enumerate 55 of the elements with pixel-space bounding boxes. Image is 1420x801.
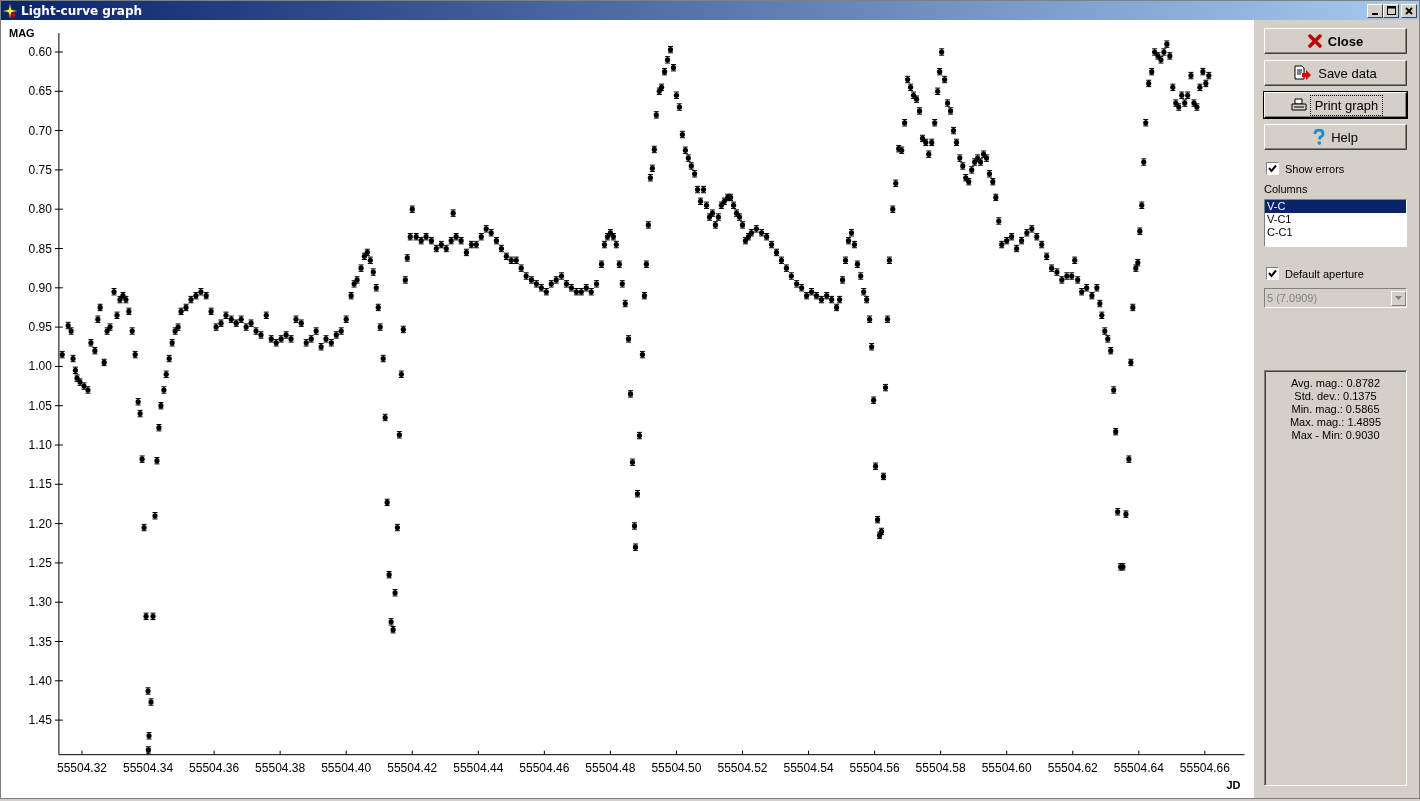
window-title: Light-curve graph: [21, 3, 144, 18]
help-button[interactable]: Help: [1264, 124, 1407, 150]
tick-label: 55504.32: [56, 760, 108, 775]
stat-line: Min. mag.: 0.5865: [1291, 403, 1380, 416]
tick-label: 0.70: [28, 123, 52, 138]
axis-label: JD: [1226, 778, 1241, 791]
tick-label: 1.05: [28, 398, 52, 413]
tick-label: 55504.54: [783, 760, 834, 775]
print-button[interactable]: Print graph: [1264, 92, 1407, 118]
tick-label: 55504.36: [189, 760, 240, 775]
tick-label: 55504.38: [255, 760, 306, 775]
tick-label: 0.75: [28, 162, 52, 177]
column-list[interactable]: V-C V-C1 C-C1: [1264, 199, 1407, 247]
tick-label: 55504.42: [387, 760, 438, 775]
list-label: Columns: [1264, 183, 1309, 195]
checkbox-label: Show errors: [1285, 162, 1345, 175]
tick-label: 0.90: [28, 280, 52, 295]
tick-label: 1.15: [28, 477, 52, 492]
tick-label: 1.20: [28, 516, 52, 531]
tick-label: 1.25: [28, 555, 52, 570]
tick-label: 1.10: [28, 438, 52, 452]
tick-label: 1.40: [28, 673, 52, 688]
tick-label: 1.30: [28, 595, 52, 610]
tick-label: 55504.66: [1179, 760, 1230, 775]
tick-label: 55504.46: [519, 760, 570, 775]
tick-label: 0.95: [28, 320, 52, 335]
tick-label: 55504.34: [123, 760, 174, 775]
tick-label: 1.00: [28, 359, 52, 374]
tick-label: 0.85: [28, 241, 52, 256]
tick-label: 1.45: [28, 713, 52, 728]
list-item[interactable]: V-C: [1265, 200, 1406, 213]
tick-label: 55504.64: [1113, 760, 1164, 775]
tick-label: 55504.56: [849, 760, 900, 775]
tick-label: 55504.40: [321, 760, 372, 775]
tick-label: 55504.48: [585, 760, 636, 775]
tick-label: 55504.44: [453, 760, 504, 775]
checkbox-label: Default aperture: [1285, 267, 1364, 280]
stat-line: Max. mag.: 1.4895: [1289, 416, 1382, 429]
list-item[interactable]: V-C1: [1265, 213, 1406, 226]
tick-label: 55504.60: [981, 760, 1032, 775]
tick-label: 0.80: [28, 202, 52, 217]
tick-label: 55504.62: [1047, 760, 1098, 775]
stat-line: Max - Min: 0.9030: [1291, 429, 1380, 442]
axis-label: MAG: [9, 27, 35, 39]
tick-label: 0.60: [28, 45, 52, 59]
list-item[interactable]: C-C1: [1265, 226, 1406, 239]
tick-label: 55504.52: [717, 760, 768, 775]
tick-label: 55504.58: [915, 760, 966, 775]
close-button[interactable]: Close: [1264, 28, 1407, 54]
tick-label: 55504.50: [651, 760, 702, 775]
tick-label: 0.65: [28, 84, 52, 99]
stat-line: Avg. mag.: 0.8782: [1290, 377, 1381, 390]
save-button[interactable]: Save data: [1264, 60, 1407, 86]
stat-line: Std. dev.: 0.1375: [1294, 390, 1377, 403]
tick-label: 1.35: [28, 634, 52, 649]
